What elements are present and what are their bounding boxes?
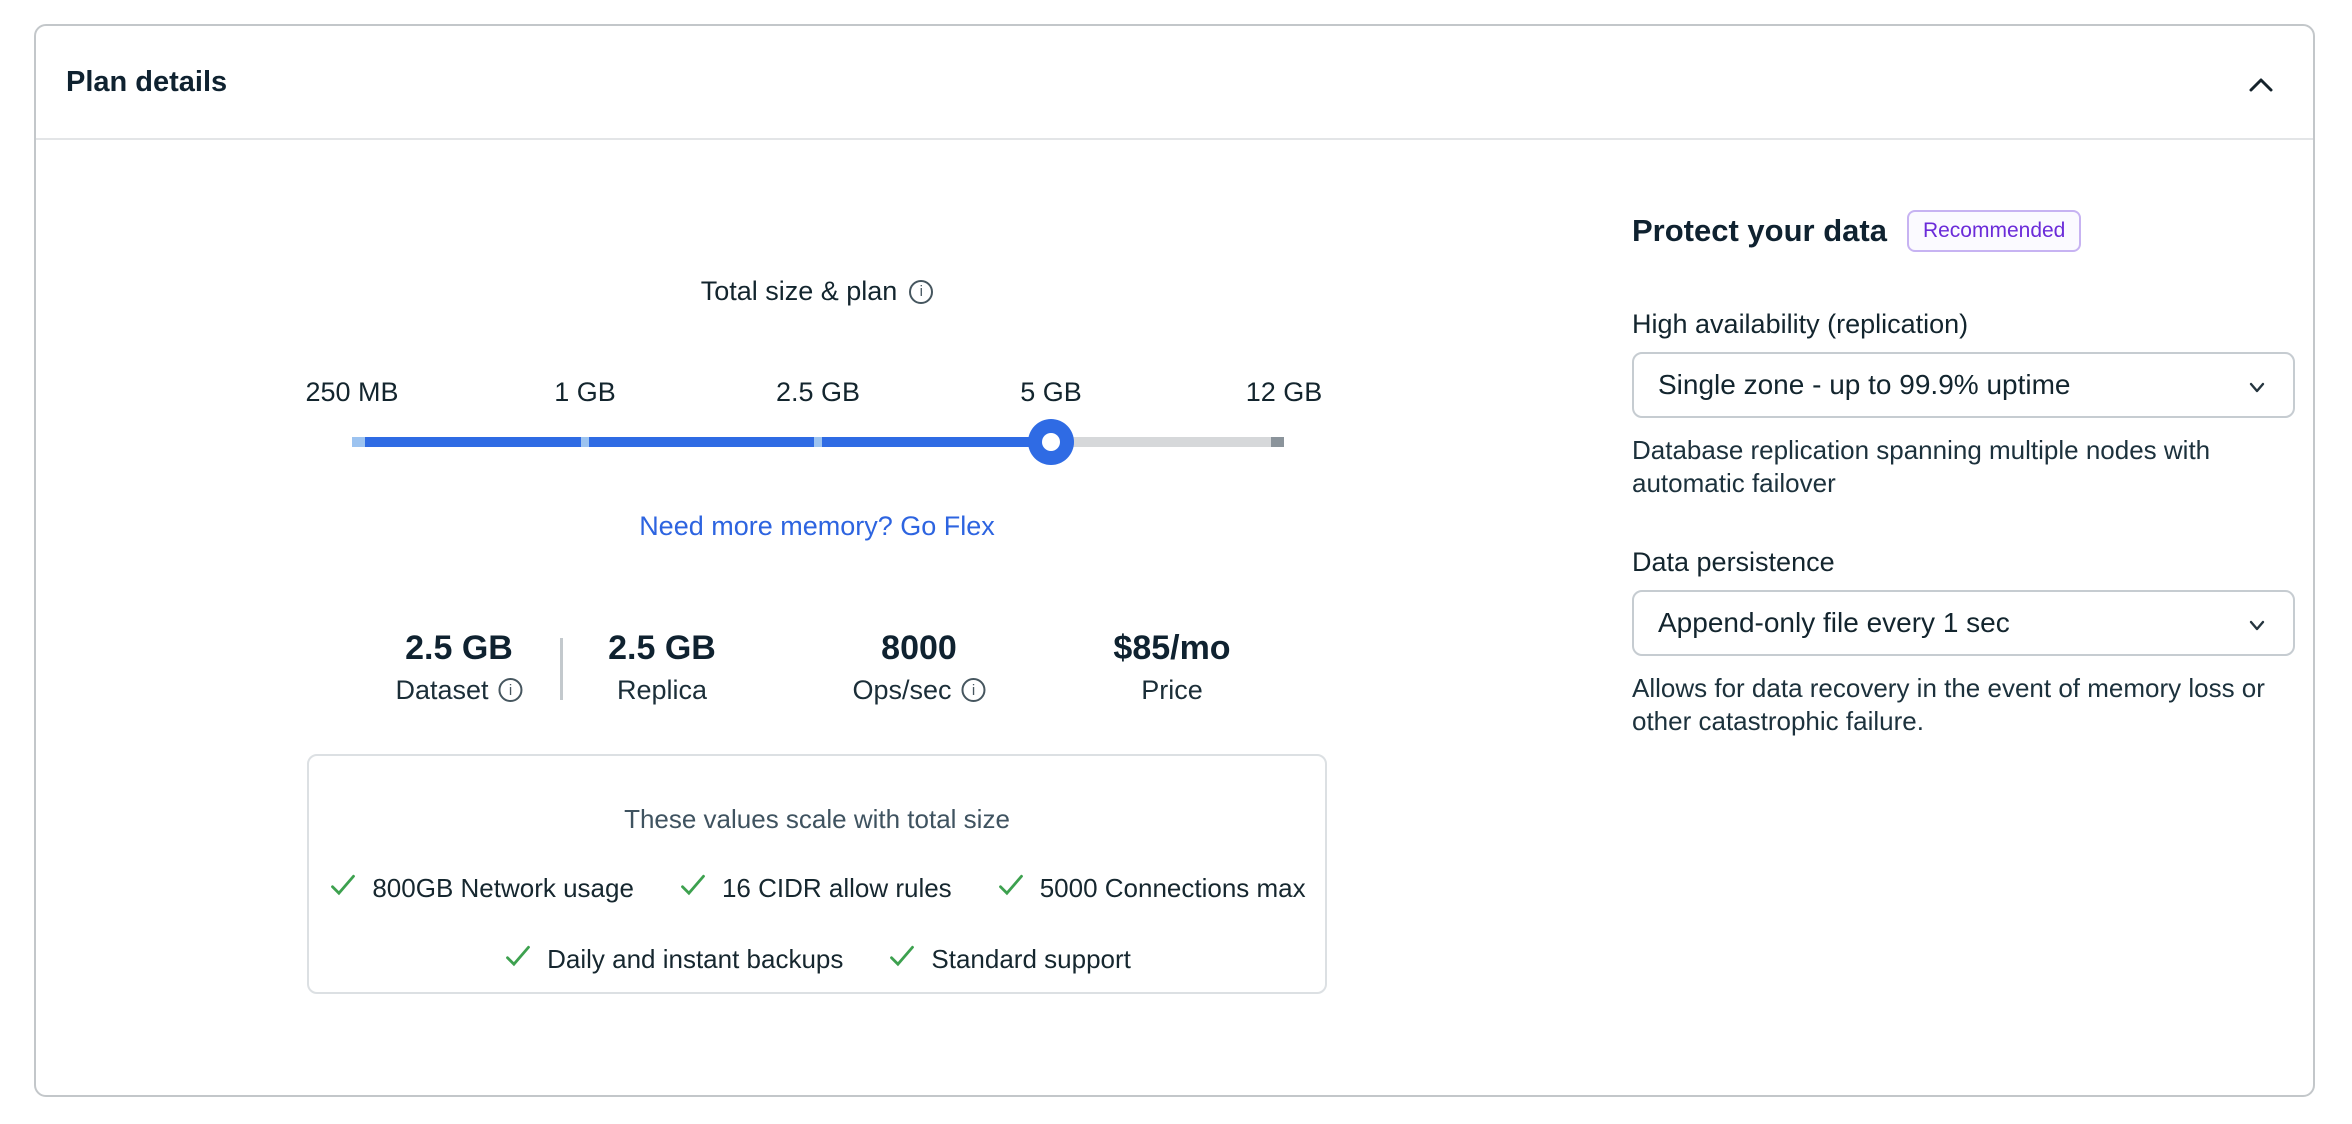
data-persistence-help: Allows for data recovery in the event of… (1632, 672, 2302, 738)
stat-ops: 8000 Ops/sec i (852, 628, 985, 706)
ops-label: Ops/sec (852, 674, 951, 706)
check-icon (678, 871, 708, 906)
cidr-rules-label: 16 CIDR allow rules (722, 873, 952, 904)
protect-data-section: Protect your data Recommended High avail… (1632, 140, 2297, 738)
scaling-values-box: These values scale with total size 800GB… (307, 754, 1327, 994)
data-persistence-label: Data persistence (1632, 547, 2297, 578)
scaling-row-2: Daily and instant backups Standard suppo… (309, 942, 1325, 977)
slider-fill (352, 437, 1051, 447)
chevron-up-icon (2244, 73, 2278, 100)
stat-replica: 2.5 GB Replica (608, 628, 716, 706)
list-item: 5000 Connections max (996, 871, 1306, 906)
replica-value: 2.5 GB (608, 628, 716, 668)
high-availability-label: High availability (replication) (1632, 309, 2297, 340)
plan-details-header: Plan details (36, 26, 2313, 140)
slider-thumb-dot (1042, 433, 1060, 451)
scaling-row-1: 800GB Network usage 16 CIDR allow rules … (309, 871, 1325, 906)
slider-stop-divider (581, 437, 589, 447)
high-availability-help: Database replication spanning multiple n… (1632, 434, 2302, 500)
slider-start-cap (352, 437, 365, 447)
slider-stop-divider (814, 437, 822, 447)
list-item: Standard support (887, 942, 1130, 977)
slider-stop-1gb: 1 GB (554, 377, 616, 408)
info-icon[interactable]: i (909, 280, 933, 304)
chevron-down-icon (2243, 612, 2271, 645)
info-icon[interactable]: i (962, 678, 986, 702)
replica-label: Replica (617, 674, 707, 706)
data-persistence-value: Append-only file every 1 sec (1658, 607, 2010, 639)
check-icon (328, 871, 358, 906)
total-size-label: Total size & plan (701, 276, 898, 307)
info-icon[interactable]: i (499, 678, 523, 702)
list-item: Daily and instant backups (503, 942, 843, 977)
network-usage-label: 800GB Network usage (372, 873, 634, 904)
plan-details-card: Plan details Total size & plan i 250 MB … (34, 24, 2315, 1097)
size-slider: 250 MB 1 GB 2.5 GB 5 GB 12 GB (307, 357, 1327, 483)
stat-divider (560, 638, 563, 700)
recommended-badge: Recommended (1907, 210, 2081, 252)
chevron-down-icon (2243, 374, 2271, 407)
price-value: $85/mo (1113, 628, 1230, 668)
slider-stop-250mb: 250 MB (305, 377, 398, 408)
data-persistence-select[interactable]: Append-only file every 1 sec (1632, 590, 2295, 656)
backups-label: Daily and instant backups (547, 944, 843, 975)
slider-end-cap (1271, 437, 1284, 447)
dataset-label: Dataset (395, 674, 488, 706)
list-item: 800GB Network usage (328, 871, 634, 906)
support-label: Standard support (931, 944, 1130, 975)
list-item: 16 CIDR allow rules (678, 871, 952, 906)
slider-thumb[interactable] (1028, 419, 1074, 465)
check-icon (996, 871, 1026, 906)
slider-stop-12gb: 12 GB (1246, 377, 1323, 408)
collapse-panel-button[interactable] (2239, 64, 2283, 108)
plan-size-section: Total size & plan i 250 MB 1 GB 2.5 GB 5… (307, 140, 1327, 994)
slider-stop-2-5gb: 2.5 GB (776, 377, 860, 408)
ops-value: 8000 (852, 628, 985, 668)
stat-price: $85/mo Price (1113, 628, 1230, 706)
connections-max-label: 5000 Connections max (1040, 873, 1306, 904)
go-flex-link[interactable]: Need more memory? Go Flex (307, 511, 1327, 542)
price-label: Price (1141, 674, 1203, 706)
dataset-value: 2.5 GB (395, 628, 522, 668)
plan-stats-row: 2.5 GB Dataset i 2.5 GB Replica 8000 Ops… (307, 628, 1327, 724)
stat-dataset: 2.5 GB Dataset i (395, 628, 522, 706)
high-availability-select[interactable]: Single zone - up to 99.9% uptime (1632, 352, 2295, 418)
protect-data-title: Protect your data (1632, 213, 1887, 249)
slider-stop-5gb: 5 GB (1020, 377, 1082, 408)
high-availability-value: Single zone - up to 99.9% uptime (1658, 369, 2070, 401)
slider-track[interactable]: 250 MB 1 GB 2.5 GB 5 GB 12 GB (352, 437, 1284, 447)
check-icon (887, 942, 917, 977)
total-size-title-row: Total size & plan i (307, 276, 1327, 307)
check-icon (503, 942, 533, 977)
scaling-values-title: These values scale with total size (309, 804, 1325, 835)
page-title: Plan details (66, 26, 227, 138)
